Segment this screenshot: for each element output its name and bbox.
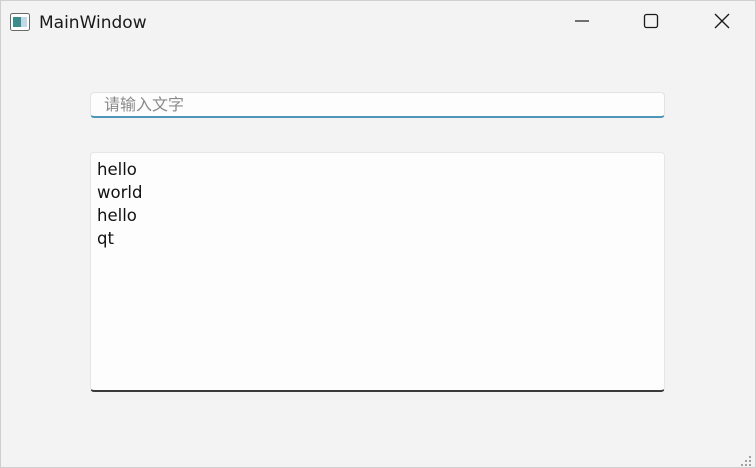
close-icon (714, 13, 730, 33)
app-window-icon (10, 13, 30, 31)
close-button[interactable] (699, 1, 745, 45)
main-window: MainWindow hel (0, 0, 756, 468)
minimize-button[interactable] (559, 1, 605, 45)
minimize-icon (574, 13, 590, 33)
text-input[interactable] (90, 92, 665, 118)
text-line: hello (97, 206, 137, 225)
resize-grip-icon[interactable] (740, 452, 752, 466)
maximize-icon (643, 13, 659, 33)
maximize-button[interactable] (628, 1, 674, 45)
text-line: world (97, 183, 143, 202)
text-line: qt (97, 229, 114, 248)
text-line: hello (97, 160, 137, 179)
title-bar[interactable]: MainWindow (1, 1, 755, 45)
text-edit-area[interactable]: hello world hello qt (90, 152, 665, 392)
window-title: MainWindow (39, 13, 147, 33)
